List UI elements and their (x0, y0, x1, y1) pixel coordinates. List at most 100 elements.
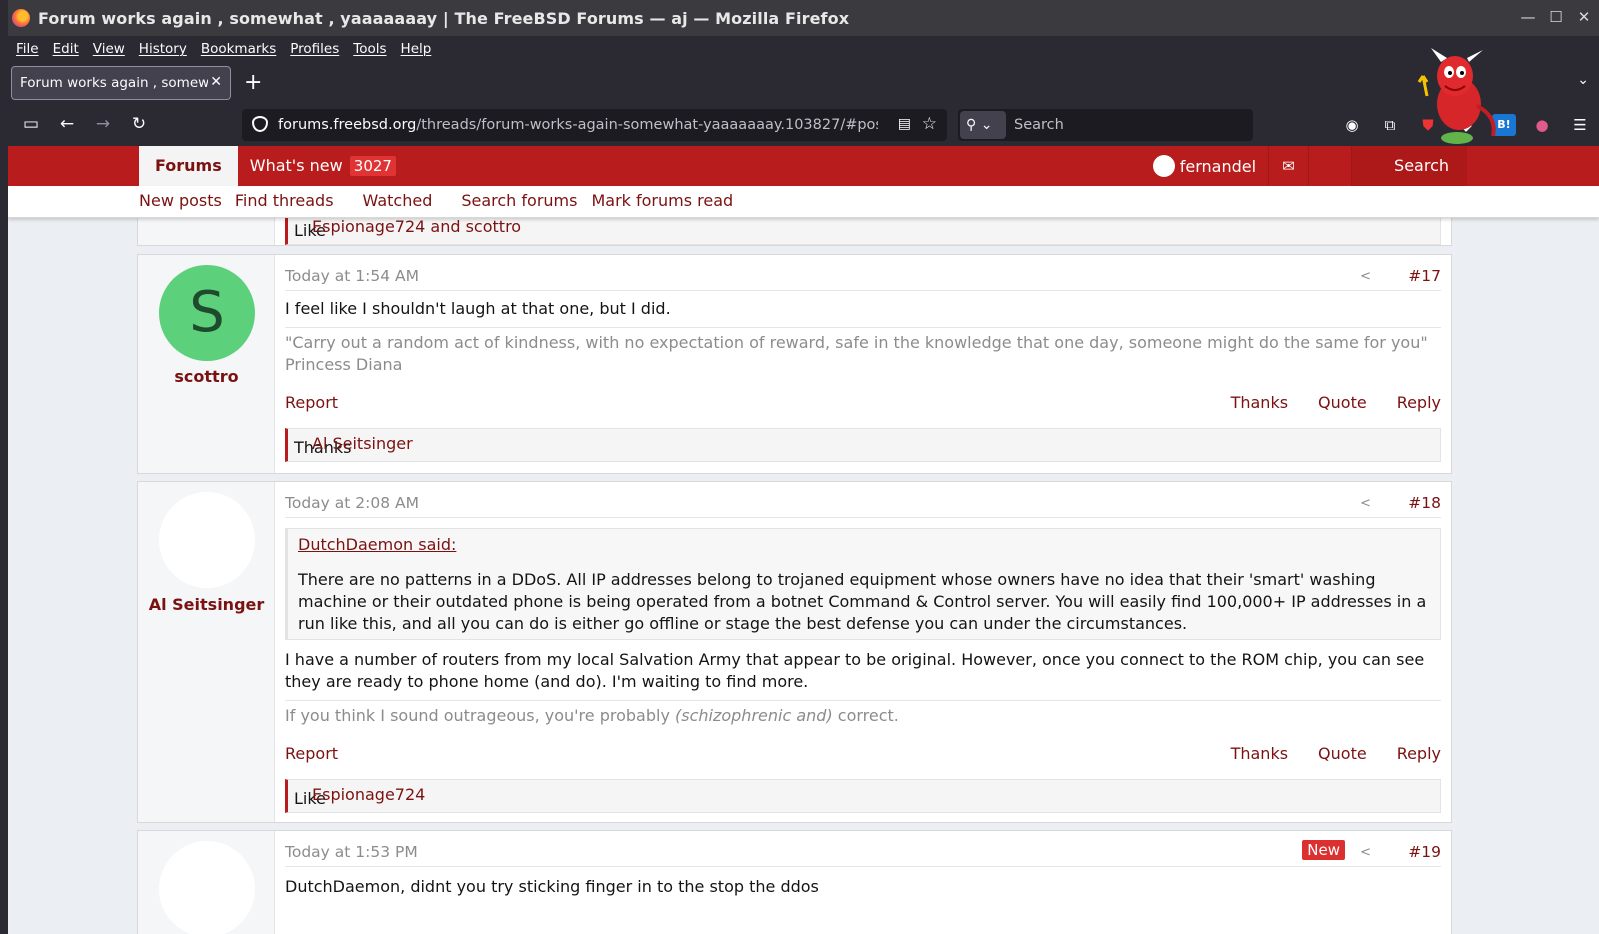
search-placeholder: Search (1014, 117, 1064, 133)
menu-file[interactable]: File (16, 41, 39, 57)
user-account-menu[interactable]: fernandel (1141, 146, 1268, 186)
post-user-column: Al Seitsinger (138, 482, 275, 822)
subnav-new-posts[interactable]: New posts (139, 191, 222, 210)
search-engine-icon[interactable]: ⚲ ⌄ (960, 111, 1006, 139)
reply-button[interactable]: Reply (1397, 744, 1441, 763)
post-signature: If you think I sound outrageous, you're … (285, 700, 1441, 727)
bsd-daemon-mascot-icon (1417, 48, 1496, 144)
post-time[interactable]: Today at 1:53 PM (285, 843, 418, 861)
post-body: I have a number of routers from my local… (285, 650, 1425, 691)
report-button[interactable]: Report (285, 393, 338, 412)
share-icon[interactable]: < (1360, 269, 1371, 284)
avatar[interactable] (159, 841, 255, 934)
new-tab-button[interactable]: + (244, 70, 262, 95)
post-username[interactable]: Al Seitsinger (138, 595, 275, 614)
username-label: fernandel (1179, 156, 1257, 176)
sidebar-toggle-icon[interactable]: ▭ (20, 114, 42, 134)
url-host: forums.freebsd.org (278, 117, 417, 133)
tab-forum[interactable]: Forum works again , somewhat , yaaaaaaay… (11, 66, 231, 100)
list-tabs-button[interactable]: ⌄ (1577, 72, 1589, 88)
close-tab-icon[interactable]: ✕ (210, 74, 222, 90)
search-bar[interactable]: ⚲ ⌄ Search (958, 109, 1253, 141)
menu-help[interactable]: Help (401, 41, 432, 57)
subnav-search-forums[interactable]: Search forums (461, 191, 577, 210)
reader-view-icon[interactable]: ▤ (898, 116, 911, 132)
post-time[interactable]: Today at 2:08 AM (285, 494, 419, 512)
post-block: Today at 1:53 PM New < #19 DutchDaemon, … (137, 830, 1452, 934)
post-body: DutchDaemon, didnt you try sticking fing… (285, 877, 819, 896)
forum-sub-nav: New posts Find threads Watched Search fo… (8, 186, 1599, 218)
extension-mask-icon[interactable]: ● (1530, 114, 1554, 136)
thanks-button[interactable]: Thanks (1231, 744, 1288, 763)
reaction-names[interactable]: Al Seitsinger (312, 434, 413, 453)
reaction-names[interactable]: Espionage724 (312, 785, 425, 804)
bookmark-star-icon[interactable]: ☆ (922, 114, 937, 134)
post-body: I feel like I shouldn't laugh at that on… (285, 299, 671, 318)
post-number[interactable]: #19 (1408, 843, 1441, 861)
nav-forums-tab[interactable]: Forums (139, 146, 238, 186)
window-controls: — ☐ ✕ (1517, 6, 1595, 28)
quote-author-link[interactable]: DutchDaemon said: (298, 535, 456, 554)
nav-whats-new[interactable]: What's new 3027 (238, 146, 408, 186)
account-icon[interactable]: ◉ (1340, 114, 1364, 136)
menu-tools[interactable]: Tools (353, 41, 386, 57)
report-button[interactable]: Report (285, 744, 338, 763)
menubar: File Edit View History Bookmarks Profile… (0, 36, 1599, 62)
menu-history[interactable]: History (139, 41, 187, 57)
alerts-button[interactable] (1308, 146, 1353, 186)
share-icon[interactable]: < (1360, 496, 1371, 511)
inbox-icon[interactable]: ✉ (1268, 146, 1308, 186)
url-bar[interactable]: forums.freebsd.org/threads/forum-works-a… (242, 109, 947, 141)
post-meta: Today at 1:54 AM < #17 (285, 267, 1441, 291)
share-icon[interactable]: < (1360, 845, 1371, 860)
post-time[interactable]: Today at 1:54 AM (285, 267, 419, 285)
web-page: Forums What's new 3027 fernandel ✉ Searc… (8, 146, 1599, 934)
reaction-bar[interactable]: Like Espionage724 (285, 779, 1441, 813)
menu-edit[interactable]: Edit (53, 41, 79, 57)
post-username[interactable]: scottro (138, 367, 275, 386)
reload-icon[interactable]: ↻ (128, 114, 150, 134)
reply-button[interactable]: Reply (1397, 393, 1441, 412)
avatar[interactable]: S (159, 265, 255, 361)
navigation-toolbar: ▭ ← → ↻ forums.freebsd.org/threads/forum… (0, 48, 1599, 146)
whats-new-count-badge: 3027 (349, 156, 396, 176)
whats-new-label: What's new (249, 156, 343, 175)
forward-icon[interactable]: → (92, 114, 114, 134)
menu-hamburger-icon[interactable]: ☰ (1568, 114, 1592, 136)
menu-profiles[interactable]: Profiles (290, 41, 339, 57)
thanks-button[interactable]: Thanks (1231, 393, 1288, 412)
extensions-icon[interactable]: ⧉ (1378, 114, 1402, 136)
post-block: S scottro Today at 1:54 AM < #17 I feel … (137, 254, 1452, 474)
forum-search-button[interactable]: Search (1352, 146, 1467, 186)
post-block: Al Seitsinger Today at 2:08 AM < #18 Dut… (137, 481, 1452, 823)
reaction-bar[interactable]: Thanks Al Seitsinger (285, 428, 1441, 462)
menu-bookmarks[interactable]: Bookmarks (201, 41, 276, 57)
subnav-find-threads[interactable]: Find threads (235, 191, 334, 210)
quote-text: There are no patterns in a DDoS. All IP … (298, 570, 1427, 633)
minimize-button[interactable]: — (1517, 6, 1539, 28)
url-text: forums.freebsd.org/threads/forum-works-a… (278, 117, 878, 133)
quote-button[interactable]: Quote (1318, 744, 1367, 763)
avatar[interactable] (159, 492, 255, 588)
window-titlebar: Forum works again , somewhat , yaaaaaaay… (0, 0, 1599, 36)
quoted-post: DutchDaemon said: There are no patterns … (285, 528, 1441, 640)
signature-attribution: Princess Diana (285, 355, 403, 374)
reaction-names[interactable]: Espionage724 and scottro (312, 217, 521, 236)
back-icon[interactable]: ← (56, 114, 78, 134)
post-number[interactable]: #18 (1408, 494, 1441, 512)
maximize-button[interactable]: ☐ (1545, 6, 1567, 28)
signature-text-c: correct. (832, 706, 899, 725)
tracking-shield-icon[interactable] (252, 116, 268, 132)
subnav-mark-forums-read[interactable]: Mark forums read (591, 191, 733, 210)
tab-bar: Forum works again , somewhat , yaaaaaaay… (0, 62, 1599, 104)
menu-view[interactable]: View (93, 41, 125, 57)
signature-text-italic: (schizophrenic and) (675, 706, 833, 725)
subnav-watched[interactable]: Watched (363, 191, 433, 210)
quote-button[interactable]: Quote (1318, 393, 1367, 412)
post-actions: Report Thanks Quote Reply (285, 393, 1441, 415)
signature-quote: "Carry out a random act of kindness, wit… (285, 333, 1428, 352)
window-left-frame (0, 0, 8, 934)
post-number[interactable]: #17 (1408, 267, 1441, 285)
post-user-column (138, 831, 275, 934)
close-window-button[interactable]: ✕ (1573, 6, 1595, 28)
